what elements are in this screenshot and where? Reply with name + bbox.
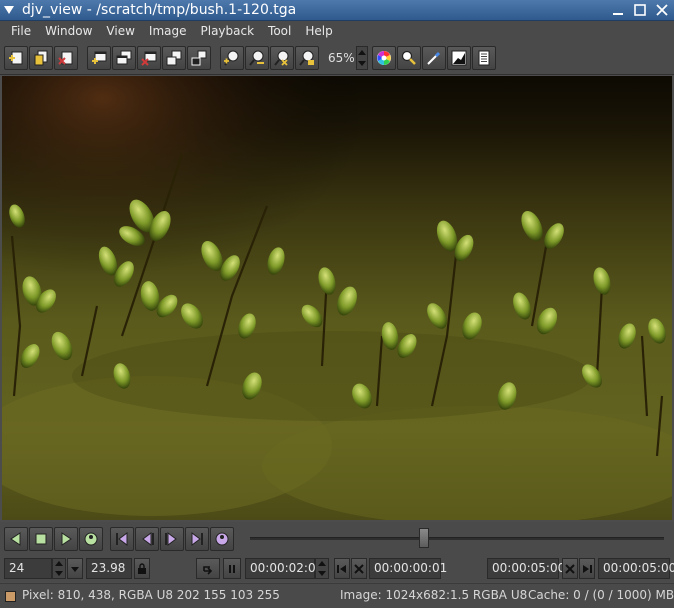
stop-icon[interactable] bbox=[29, 527, 53, 551]
zoom-value: 65% bbox=[328, 50, 355, 65]
fps-field[interactable]: 24 bbox=[4, 558, 52, 579]
zoom-up-icon[interactable] bbox=[357, 47, 367, 58]
toolbar: 65% bbox=[0, 41, 674, 75]
window-menu-icon[interactable] bbox=[0, 0, 18, 21]
next-frame-icon[interactable] bbox=[160, 527, 184, 551]
zoom-in-icon[interactable] bbox=[220, 45, 244, 70]
pause-icon[interactable] bbox=[223, 558, 241, 579]
play-reverse-icon[interactable] bbox=[4, 527, 28, 551]
menu-playback[interactable]: Playback bbox=[194, 21, 262, 41]
frame-slider-handle[interactable] bbox=[419, 528, 429, 548]
color-picker-icon[interactable] bbox=[372, 45, 396, 70]
zoom-down-icon[interactable] bbox=[357, 58, 367, 69]
window-fit-icon[interactable] bbox=[162, 45, 186, 70]
frame-down-icon[interactable] bbox=[316, 569, 328, 579]
clear-in-point-icon[interactable] bbox=[351, 558, 367, 579]
menu-help[interactable]: Help bbox=[298, 21, 339, 41]
menu-bar: File Window View Image Playback Tool Hel… bbox=[0, 21, 674, 41]
window-fullscreen-icon[interactable] bbox=[187, 45, 211, 70]
out-point-icon[interactable] bbox=[579, 558, 595, 579]
fps-down-icon[interactable] bbox=[53, 569, 65, 579]
file-reload-icon[interactable] bbox=[29, 45, 53, 70]
frame-slider-track[interactable] bbox=[250, 537, 664, 540]
pixel-color-swatch bbox=[5, 591, 16, 602]
cache-info: Cache: 0 / (0 / 1000) MB bbox=[528, 588, 674, 602]
zoom-stepper[interactable] bbox=[356, 45, 368, 70]
menu-window[interactable]: Window bbox=[38, 21, 99, 41]
status-bar: Pixel: 810, 438, RGBA U8 202 155 103 255… bbox=[0, 583, 674, 608]
menu-image[interactable]: Image bbox=[142, 21, 194, 41]
play-forward-icon[interactable] bbox=[54, 527, 78, 551]
zoom-reset-icon[interactable] bbox=[270, 45, 294, 70]
menu-file[interactable]: File bbox=[4, 21, 38, 41]
end-frame-field[interactable]: 00:00:05:00 bbox=[487, 558, 565, 579]
frame-up-icon[interactable] bbox=[316, 559, 328, 569]
loop-icon[interactable] bbox=[79, 527, 103, 551]
image-info: Image: 1024x682:1.5 RGBA U8 bbox=[340, 588, 528, 602]
window-title: djv_view - /scratch/tmp/bush.1-120.tga bbox=[22, 2, 297, 18]
file-open-icon[interactable] bbox=[4, 45, 28, 70]
close-icon[interactable] bbox=[652, 0, 672, 20]
window-copy-icon[interactable] bbox=[112, 45, 136, 70]
menu-tool[interactable]: Tool bbox=[261, 21, 298, 41]
info-icon[interactable] bbox=[472, 45, 496, 70]
frame-slider[interactable] bbox=[246, 527, 668, 549]
in-point-icon[interactable] bbox=[334, 558, 350, 579]
lock-icon[interactable] bbox=[134, 558, 150, 579]
minimize-icon[interactable] bbox=[608, 0, 628, 20]
fps-stepper[interactable] bbox=[52, 558, 66, 579]
fps-menu-icon[interactable] bbox=[67, 558, 83, 579]
window-close-icon[interactable] bbox=[137, 45, 161, 70]
start-frame-field[interactable]: 00:00:00:01 bbox=[369, 558, 447, 579]
first-frame-icon[interactable] bbox=[110, 527, 134, 551]
image-display bbox=[2, 76, 672, 520]
clear-out-point-icon[interactable] bbox=[562, 558, 578, 579]
maximize-icon[interactable] bbox=[630, 0, 650, 20]
fps-up-icon[interactable] bbox=[53, 559, 65, 569]
image-viewport[interactable] bbox=[2, 76, 672, 520]
prev-frame-icon[interactable] bbox=[135, 527, 159, 551]
current-frame-field[interactable]: 00:00:02:02 bbox=[245, 558, 323, 579]
every-frame-icon[interactable] bbox=[210, 527, 234, 551]
speed-field: 23.98 bbox=[86, 558, 132, 579]
zoom-fit-icon[interactable] bbox=[295, 45, 319, 70]
duration-field: 00:00:05:00 bbox=[598, 558, 674, 579]
last-frame-icon[interactable] bbox=[185, 527, 209, 551]
color-picker-pen-icon[interactable] bbox=[422, 45, 446, 70]
loop-mode-icon[interactable] bbox=[196, 558, 220, 579]
frame-controls: 24 23.98 00:00:02:02 00:00:00:01 00:00:0… bbox=[0, 556, 674, 582]
current-frame-stepper[interactable] bbox=[315, 558, 329, 579]
zoom-out-icon[interactable] bbox=[245, 45, 269, 70]
window-new-icon[interactable] bbox=[87, 45, 111, 70]
histogram-icon[interactable] bbox=[447, 45, 471, 70]
menu-view[interactable]: View bbox=[99, 21, 141, 41]
magnify-icon[interactable] bbox=[397, 45, 421, 70]
title-bar: djv_view - /scratch/tmp/bush.1-120.tga bbox=[0, 0, 674, 21]
pixel-info: Pixel: 810, 438, RGBA U8 202 155 103 255 bbox=[22, 588, 280, 602]
file-close-icon[interactable] bbox=[54, 45, 78, 70]
